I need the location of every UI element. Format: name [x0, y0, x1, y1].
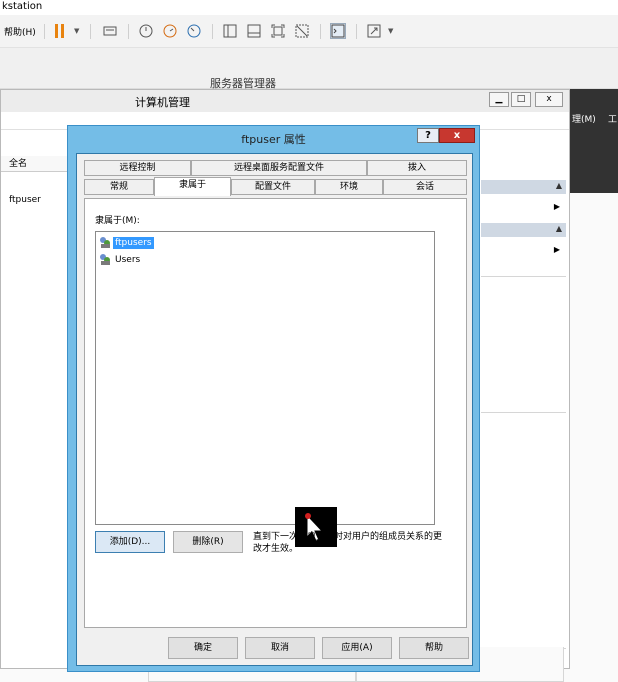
chevron-down-icon[interactable]: ▼	[388, 23, 404, 39]
send-keys-icon[interactable]	[102, 23, 118, 39]
server-manager-titlebar: 服务器管理器	[0, 48, 618, 90]
group-icon	[100, 237, 111, 248]
chevron-right-icon[interactable]: ▶	[554, 202, 560, 211]
close-button[interactable]: x	[439, 128, 475, 143]
tab-dial-in[interactable]: 拨入	[367, 160, 467, 176]
tab-profile[interactable]: 配置文件	[231, 179, 315, 195]
sidebar-view-icon[interactable]	[222, 23, 238, 39]
revert-snapshot-icon[interactable]	[162, 23, 178, 39]
apply-button[interactable]: 应用(A)	[322, 637, 392, 659]
tools-menu[interactable]: 工	[608, 112, 617, 125]
close-button[interactable]: x	[535, 92, 563, 107]
tab-member-of[interactable]: 隶属于	[154, 177, 231, 196]
server-manager-menu-strip: 理(M) 工	[570, 89, 618, 193]
toolbar-separator	[212, 24, 213, 39]
divider	[481, 276, 566, 277]
dialog-body: 远程控制 远程桌面服务配置文件 拨入 常规 隶属于 配置文件 环境 会话 隶属于…	[76, 153, 473, 666]
actions-pane: ▲ ▶ ▲ ▶	[481, 180, 566, 650]
collapse-icon[interactable]: ▲	[556, 181, 562, 190]
toolbar-separator	[90, 24, 91, 39]
collapse-icon[interactable]: ▲	[556, 224, 562, 233]
stretch-icon[interactable]	[366, 23, 382, 39]
unity-icon[interactable]	[294, 23, 310, 39]
console-icon[interactable]	[330, 23, 346, 39]
cancel-button[interactable]: 取消	[245, 637, 315, 659]
member-of-label: 隶属于(M):	[95, 216, 140, 226]
vmware-toolbar: 帮助(H) ▼ ▼	[0, 15, 618, 48]
tab-sessions[interactable]: 会话	[383, 179, 467, 195]
tab-remote-control[interactable]: 远程控制	[84, 160, 191, 176]
help-button[interactable]: 帮助	[399, 637, 469, 659]
help-icon[interactable]: ?	[417, 128, 439, 143]
toolbar-separator	[320, 24, 321, 39]
group-name: Users	[115, 254, 141, 265]
computer-management-titlebar: 计算机管理 ▁ □ x	[1, 90, 569, 112]
minimize-button[interactable]: ▁	[489, 92, 509, 107]
fullscreen-icon[interactable]	[270, 23, 286, 39]
maximize-button[interactable]: □	[511, 92, 531, 107]
remove-button[interactable]: 删除(R)	[173, 531, 243, 553]
divider	[481, 412, 566, 413]
chevron-down-icon[interactable]: ▼	[74, 23, 90, 39]
manage-menu[interactable]: 理(M)	[572, 112, 596, 125]
user-list-pane: 全名 ftpuser	[1, 156, 67, 356]
pause-icon[interactable]	[52, 23, 68, 39]
group-icon	[100, 254, 111, 265]
thumbnail-view-icon[interactable]	[246, 23, 262, 39]
help-menu[interactable]: 帮助(H)	[4, 25, 36, 38]
user-row-fullname[interactable]: ftpuser	[9, 195, 41, 205]
snapshot-manager-icon[interactable]	[186, 23, 202, 39]
user-properties-dialog: ftpuser 属性 ? x 远程控制 远程桌面服务配置文件 拨入 常规 隶属于…	[67, 125, 480, 672]
toolbar-separator	[128, 24, 129, 39]
actions-section-header[interactable]: ▲	[481, 223, 566, 237]
snapshot-icon[interactable]	[138, 23, 154, 39]
actions-section-header[interactable]: ▲	[481, 180, 566, 194]
fullname-column-header[interactable]: 全名	[1, 156, 67, 172]
add-button[interactable]: 添加(D)...	[95, 531, 165, 553]
tab-environment[interactable]: 环境	[315, 179, 383, 195]
toolbar-separator	[44, 24, 45, 39]
chevron-right-icon[interactable]: ▶	[554, 245, 560, 254]
tab-general[interactable]: 常规	[84, 179, 154, 195]
vmware-title: kstation	[0, 0, 618, 15]
list-item[interactable]: Users	[100, 253, 142, 266]
tab-rds-profile[interactable]: 远程桌面服务配置文件	[191, 160, 367, 176]
group-listbox[interactable]: ftpusers Users	[95, 231, 435, 547]
list-item[interactable]: ftpusers	[100, 236, 154, 249]
group-name: ftpusers	[113, 236, 154, 249]
computer-management-title: 计算机管理	[135, 96, 190, 109]
dialog-titlebar[interactable]: ftpuser 属性 ? x	[68, 126, 479, 148]
ok-button[interactable]: 确定	[168, 637, 238, 659]
member-of-panel: 隶属于(M): ftpusers Users 添加(D)... 删除(R) 直到…	[84, 198, 467, 628]
toolbar-separator	[356, 24, 357, 39]
membership-note: 直到下一次用户登录时对用户的组成员关系的更改才生效。	[253, 532, 443, 554]
